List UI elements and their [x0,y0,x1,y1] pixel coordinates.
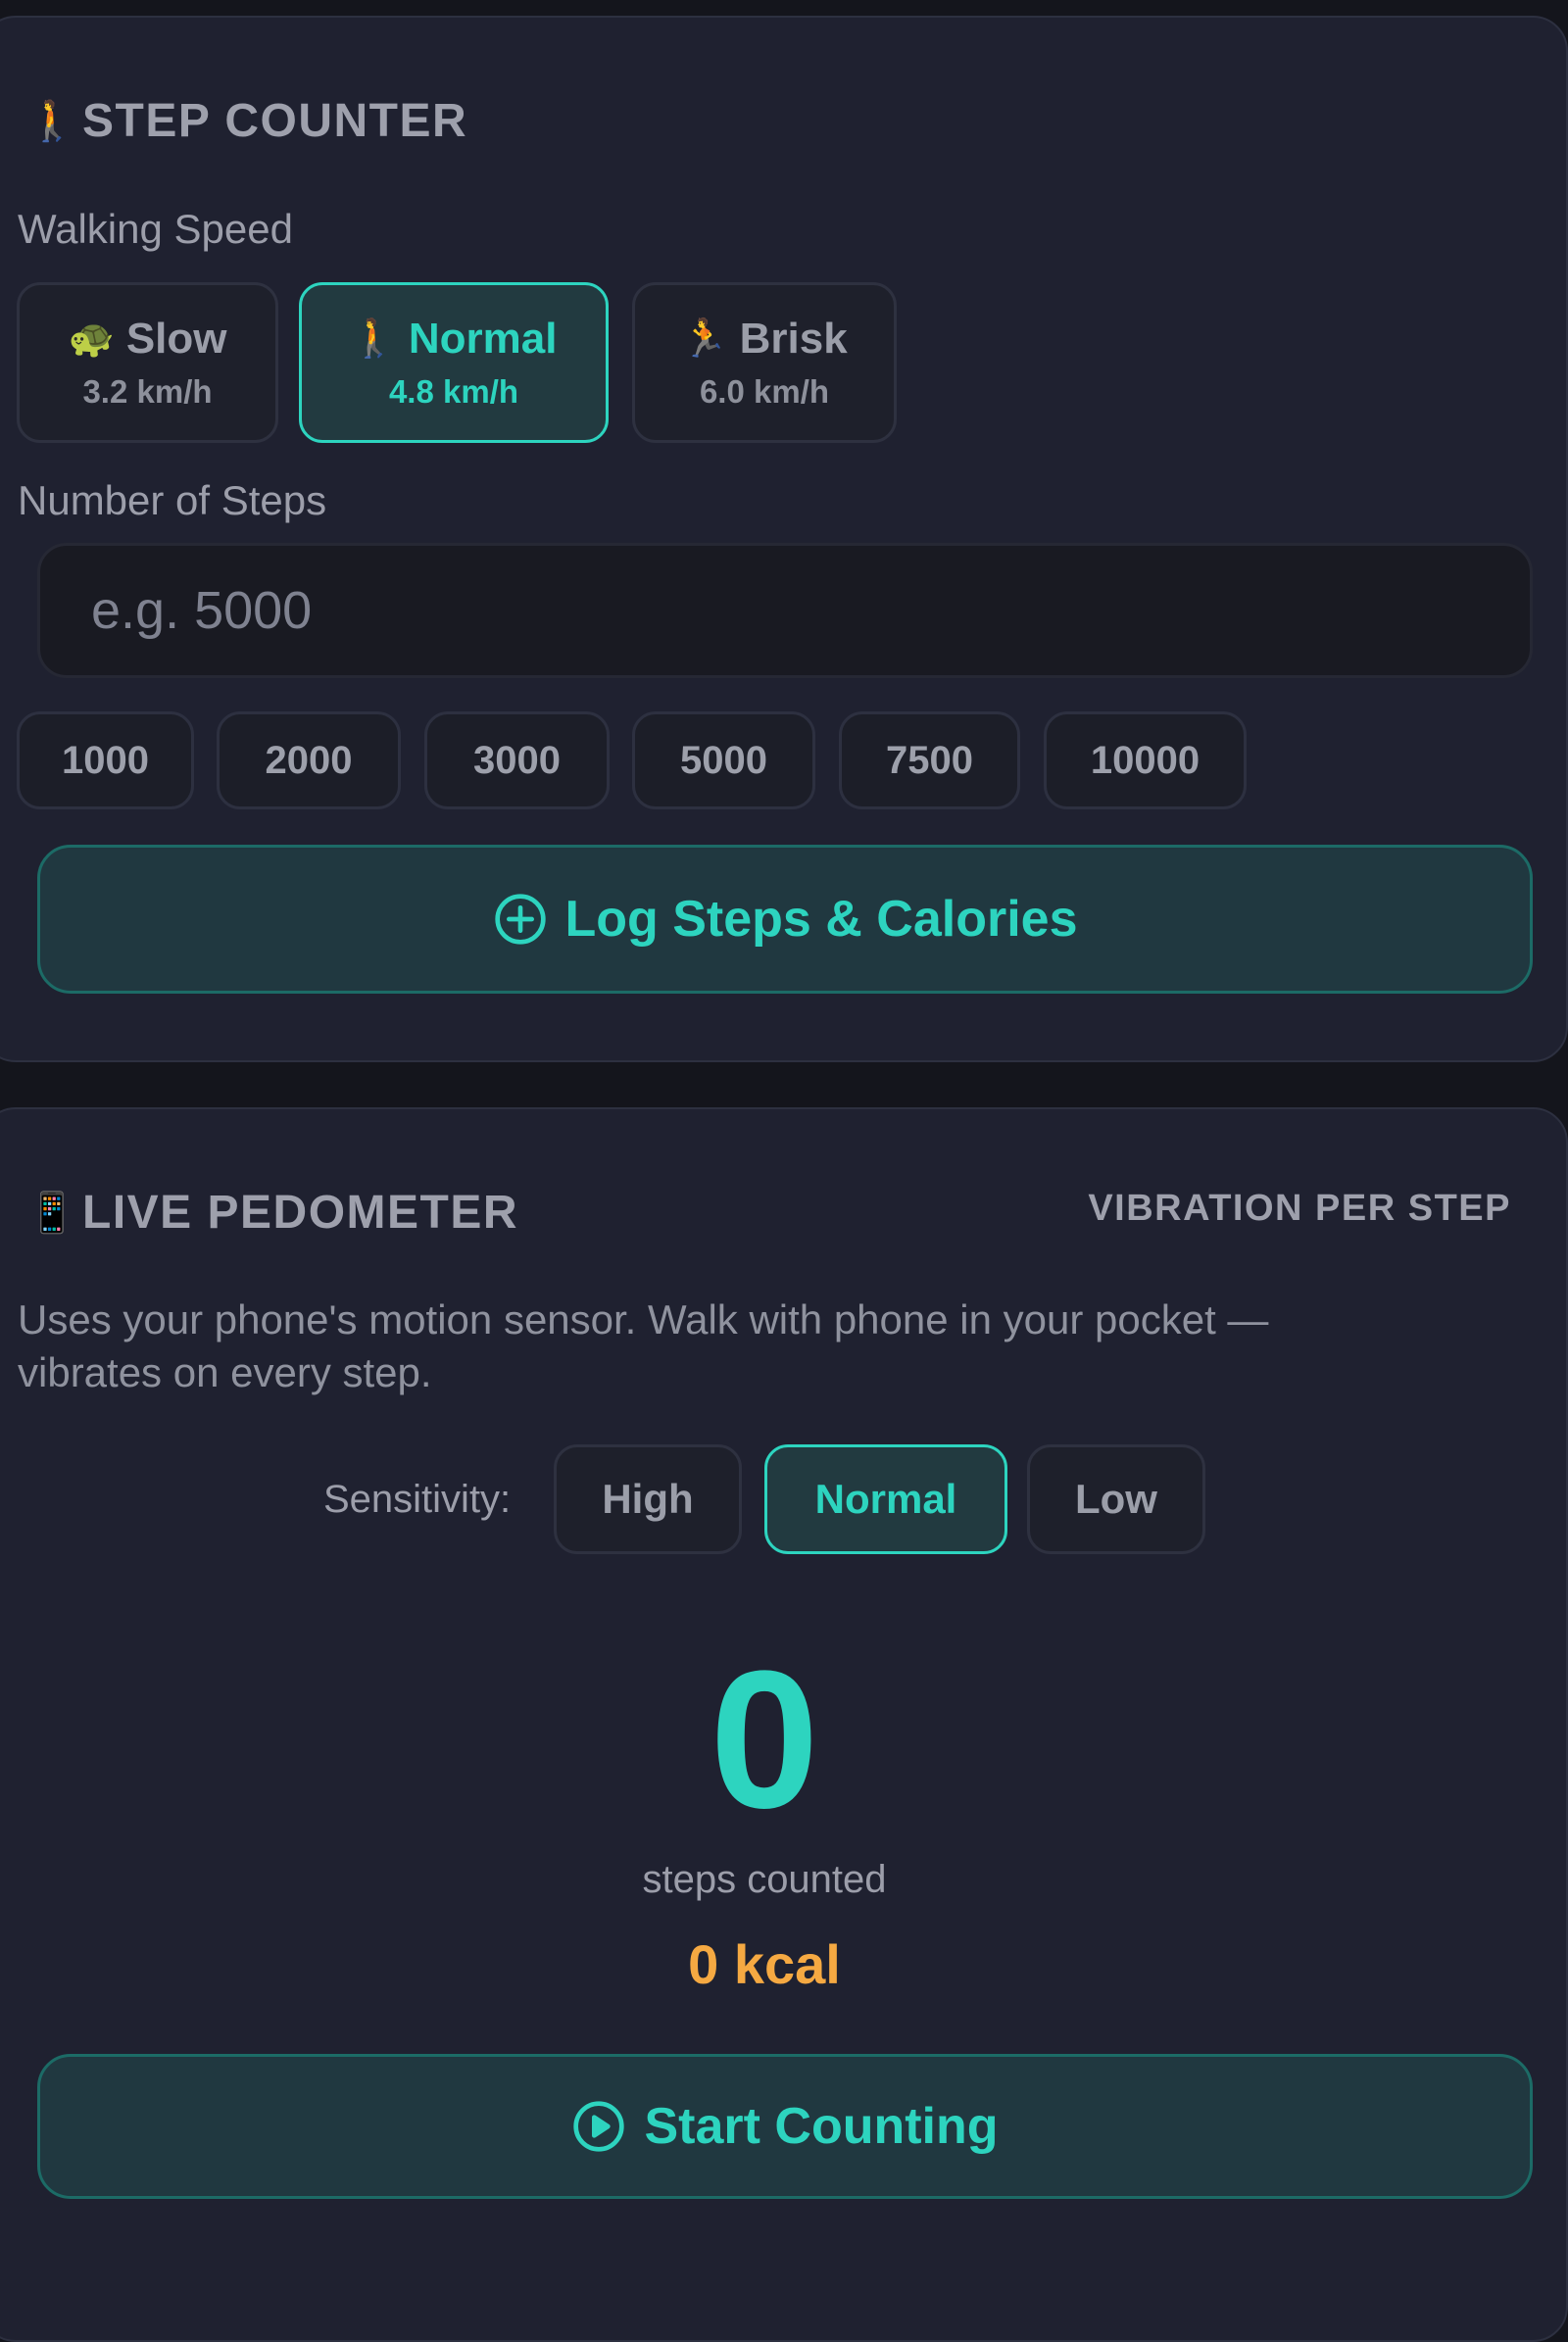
running-person-icon: 🏃 [681,318,728,360]
speed-rate: 4.8 km/h [388,373,519,410]
vibration-per-step-label: VIBRATION PER STEP [1088,1188,1511,1229]
speed-option-slow[interactable]: 🐢 Slow 3.2 km/h [17,282,278,443]
preset-1000[interactable]: 1000 [17,711,194,809]
sensitivity-low[interactable]: Low [1027,1444,1205,1554]
preset-5000[interactable]: 5000 [632,711,815,809]
speed-name: Slow [125,315,227,363]
steps-input[interactable] [37,543,1533,678]
preset-3000[interactable]: 3000 [424,711,610,809]
speed-option-brisk[interactable]: 🏃 Brisk 6.0 km/h [632,282,897,443]
plus-circle-icon [494,894,546,945]
speed-option-normal[interactable]: 🚶 Normal 4.8 km/h [299,282,609,443]
speed-name: Normal [408,315,558,363]
speed-rate: 6.0 km/h [699,373,830,410]
step-counter-header: 🚶 STEP COUNTER [27,94,467,148]
sensitivity-normal[interactable]: Normal [764,1444,1007,1554]
live-pedometer-header: 📱 LIVE PEDOMETER [27,1186,518,1240]
sensitivity-high[interactable]: High [554,1444,742,1554]
preset-2000[interactable]: 2000 [217,711,401,809]
number-of-steps-label: Number of Steps [18,477,327,523]
live-pedometer-title: LIVE PEDOMETER [82,1187,519,1239]
kcal-value: 0 kcal [688,1933,841,1995]
log-steps-label: Log Steps & Calories [564,891,1078,948]
log-steps-button[interactable]: Log Steps & Calories [37,845,1533,994]
speed-rate: 3.2 km/h [82,373,213,410]
step-count-value: 0 [710,1631,819,1849]
preset-10000[interactable]: 10000 [1044,711,1247,809]
pedometer-description: Uses your phone's motion sensor. Walk wi… [18,1293,1268,1399]
pedometer-description-line: vibrates on every step. [18,1349,432,1395]
step-counter-title: STEP COUNTER [82,95,468,147]
play-circle-icon [573,2101,625,2152]
sensitivity-label: Sensitivity: [323,1478,512,1521]
walking-speed-label: Walking Speed [18,206,293,252]
turtle-icon: 🐢 [68,318,115,360]
mobile-phone-icon: 📱 [27,1191,76,1235]
start-counting-button[interactable]: Start Counting [37,2054,1533,2199]
start-counting-label: Start Counting [644,2098,999,2155]
pedometer-description-line: Uses your phone's motion sensor. Walk wi… [18,1296,1269,1342]
preset-7500[interactable]: 7500 [839,711,1020,809]
steps-counted-caption: steps counted [642,1858,887,1901]
walking-person-icon: 🚶 [27,99,76,143]
speed-name: Brisk [739,315,848,363]
walking-person-icon: 🚶 [350,318,397,360]
